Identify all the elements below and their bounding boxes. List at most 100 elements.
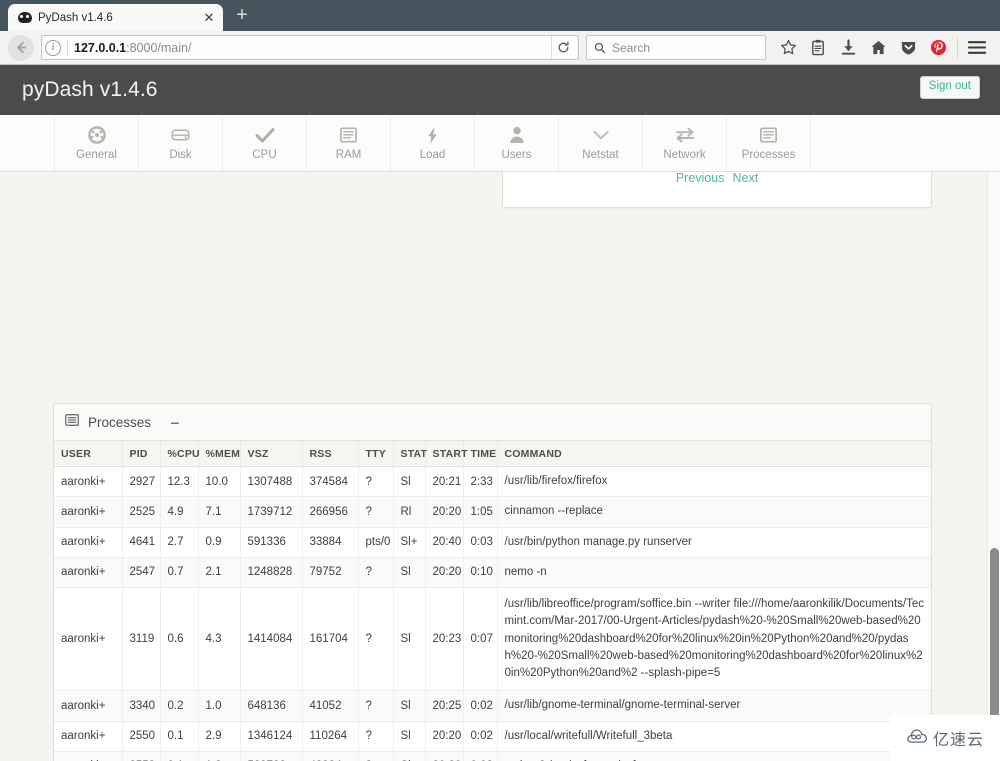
new-tab-button[interactable]: + — [229, 4, 255, 30]
processes-panel: Processes ‒ USER PID %CPU %MEM VSZ RSS TTY STAT… — [53, 403, 932, 761]
page-content: Previous Next Processes ‒ USER PID %CPU … — [0, 172, 1000, 761]
cell-stat: Sl — [393, 466, 426, 498]
library-clipboard-icon[interactable] — [803, 34, 833, 62]
bookmark-star-icon[interactable] — [773, 34, 803, 62]
pagination-previous[interactable]: Previous — [676, 172, 725, 185]
nav-tab-label: General — [76, 149, 117, 161]
nav-tab-label: Processes — [741, 149, 796, 161]
cell-cpu: 0.7 — [160, 557, 199, 589]
url-text: 127.0.0.1:8000/main/ — [74, 41, 545, 55]
cell-tty: pts/0 — [358, 527, 394, 558]
nav-tab-label: CPU — [252, 149, 277, 161]
cell-cpu: 0.1 — [160, 751, 199, 761]
column-header-time: TIME — [463, 441, 498, 467]
chevron-down-icon — [592, 125, 610, 145]
app-header: pyDash v1.4.6 Sign out — [0, 65, 1000, 115]
column-header-stat: STAT — [393, 441, 427, 467]
cell-pid: 2547 — [122, 557, 161, 589]
cell-stat: Sl — [393, 557, 426, 589]
search-bar[interactable]: Search — [586, 35, 766, 60]
sign-out-button[interactable]: Sign out — [919, 76, 980, 99]
page-scrollbar[interactable] — [987, 172, 1000, 761]
cell-command: cinnamon --replace — [497, 496, 931, 528]
cell-time: 2:33 — [463, 466, 498, 498]
info-icon[interactable]: i — [45, 39, 61, 56]
column-header-pid: PID — [122, 441, 161, 467]
cell-vsz: 1248828 — [240, 557, 303, 589]
cell-user: aaronki+ — [54, 751, 123, 761]
cell-stat: Sl+ — [393, 527, 426, 558]
minimize-panel-button[interactable]: ‒ — [171, 415, 179, 429]
nav-tab-users[interactable]: Users — [474, 115, 559, 171]
cell-user: aaronki+ — [54, 527, 123, 558]
pocket-shield-icon[interactable] — [893, 34, 923, 62]
cell-vsz: 1307488 — [240, 466, 303, 498]
check-icon — [255, 125, 275, 145]
nav-tab-processes[interactable]: Processes — [726, 115, 811, 171]
close-icon[interactable]: ✕ — [201, 10, 217, 26]
nav-tab-netstat[interactable]: Netstat — [558, 115, 643, 171]
pinterest-icon[interactable] — [923, 34, 953, 62]
url-host: 127.0.0.1 — [74, 40, 127, 55]
back-arrow-icon[interactable] — [8, 34, 34, 61]
nav-tab-load[interactable]: Load — [390, 115, 475, 171]
reload-icon[interactable] — [551, 36, 575, 59]
hamburger-menu-icon[interactable] — [962, 34, 992, 62]
nav-tab-label: Users — [501, 149, 532, 161]
cell-rss: 33884 — [302, 527, 359, 558]
cell-stat: Rl — [393, 496, 426, 528]
cell-pid: 2927 — [122, 466, 161, 498]
home-icon[interactable] — [863, 34, 893, 62]
cell-time: 0:10 — [463, 557, 498, 589]
processes-table-body: aaronki+ 2927 12.3 10.0 1307488 374584? Sl 20:2… — [54, 466, 931, 761]
column-header-user: USER — [54, 441, 123, 467]
cell-mem: 2.1 — [198, 557, 241, 589]
browser-tab[interactable]: PyDash v1.4.6 ✕ — [8, 4, 223, 31]
cell-pid: 2525 — [122, 496, 161, 528]
cell-vsz: 591336 — [240, 527, 303, 558]
column-header-start: START — [425, 441, 468, 467]
cell-pid: 2550 — [122, 721, 161, 752]
column-header-rss: RSS — [302, 441, 359, 467]
cell-vsz: 648136 — [240, 690, 303, 722]
table-row: aaronki+ 3340 0.2 1.0 648136 41052? Sl 20:25 0:0… — [54, 690, 931, 722]
cell-mem: 10.0 — [198, 466, 241, 498]
tab-title: PyDash v1.4.6 — [38, 11, 113, 24]
exchange-arrows-icon — [675, 125, 695, 145]
cell-rss: 79752 — [302, 557, 359, 589]
nav-tab-network[interactable]: Network — [642, 115, 727, 171]
cell-tty: ? — [358, 587, 394, 692]
cell-pid: 3340 — [122, 690, 161, 722]
search-placeholder: Search — [612, 40, 651, 55]
nav-tab-label: Disk — [169, 149, 192, 161]
url-divider — [67, 39, 68, 56]
cell-mem: 2.9 — [198, 721, 241, 752]
table-row: aaronki+ 3119 0.6 4.3 1414084 161704? Sl 20:23 0… — [54, 587, 931, 692]
scrollbar-thumb[interactable] — [990, 548, 999, 738]
cell-command: /usr/local/writefull/Writefull_3beta — [497, 721, 931, 752]
download-arrow-icon[interactable] — [833, 34, 863, 62]
pydash-mask-icon — [17, 10, 32, 25]
nav-tab-ram[interactable]: RAM — [306, 115, 391, 171]
cell-user: aaronki+ — [54, 557, 123, 589]
cell-user: aaronki+ — [54, 721, 123, 752]
cell-start: 20:25 — [425, 690, 464, 722]
table-row: aaronki+ 2927 12.3 10.0 1307488 374584? Sl 20:2… — [54, 466, 931, 498]
cell-time: 0:03 — [463, 527, 498, 558]
pagination-next[interactable]: Next — [732, 172, 758, 185]
cell-start: 20:20 — [425, 496, 464, 528]
cell-user: aaronki+ — [54, 466, 123, 498]
cell-start: 20:20 — [425, 721, 464, 752]
cell-tty: ? — [358, 721, 394, 752]
column-header-pct-cpu: %CPU — [160, 441, 200, 467]
nav-tab-disk[interactable]: Disk — [138, 115, 223, 171]
cell-rss: 161704 — [302, 587, 359, 692]
user-icon — [509, 125, 525, 145]
cell-rss: 48324 — [302, 751, 359, 761]
cell-cpu: 4.9 — [160, 496, 199, 528]
nav-tab-cpu[interactable]: CPU — [222, 115, 307, 171]
nav-tab-general[interactable]: General — [54, 115, 139, 171]
address-bar[interactable]: i 127.0.0.1:8000/main/ — [41, 35, 579, 60]
cell-stat: Sl — [393, 587, 426, 692]
cell-command: /usr/lib/gnome-terminal/gnome-terminal-s… — [497, 690, 931, 722]
